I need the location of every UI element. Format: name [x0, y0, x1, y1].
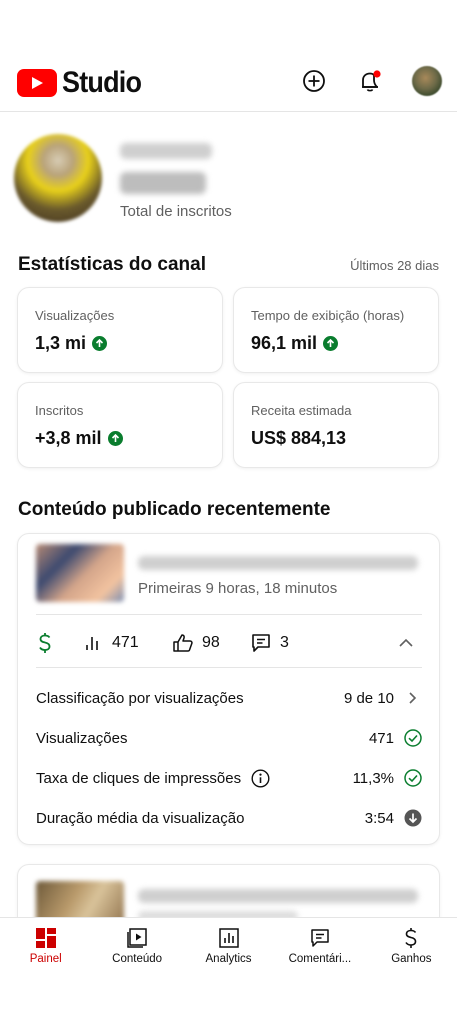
stat-card-watch-time[interactable]: Tempo de exibição (horas) 96,1 mil [233, 287, 439, 373]
bell-icon [362, 70, 381, 92]
stat-value: +3,8 mil [35, 428, 102, 448]
nav-item-analytics[interactable]: Analytics [183, 918, 274, 970]
top-app-bar: Studio [0, 50, 457, 112]
detail-row-avg-duration: Duração média da visualização 3:54 [36, 806, 422, 830]
logo-text: Studio [62, 65, 142, 99]
dollar-icon [39, 633, 51, 653]
stat-label: Inscritos [35, 403, 84, 418]
video-thumbnail[interactable] [36, 544, 124, 602]
stat-value-row: +3,8 mil [35, 428, 123, 449]
stat-label: Receita estimada [251, 403, 352, 418]
comments-icon [309, 927, 331, 949]
recent-video-card[interactable]: Primeiras 9 horas, 18 minutos 471 98 3 C… [17, 533, 440, 845]
create-button[interactable] [300, 67, 328, 95]
video-title-redacted [138, 889, 418, 903]
views-metric[interactable]: 471 [84, 634, 172, 652]
detail-label-wrap: Taxa de cliques de impressões [36, 768, 353, 788]
trend-up-icon [323, 336, 339, 351]
dollar-icon [403, 927, 419, 949]
trend-up-icon [92, 336, 108, 351]
detail-row-ranking[interactable]: Classificação por visualizações 9 de 10 [36, 686, 422, 710]
thumbs-up-icon [173, 634, 193, 652]
bar-chart-icon [86, 637, 98, 650]
likes-count: 98 [202, 634, 220, 651]
detail-label: Taxa de cliques de impressões [36, 769, 242, 787]
nav-label: Painel [29, 953, 62, 965]
comments-metric[interactable]: 3 [250, 632, 320, 654]
stat-label: Tempo de exibição (horas) [251, 308, 405, 323]
subscribers-label: Total de inscritos [120, 203, 232, 220]
likes-metric[interactable]: 98 [172, 633, 250, 653]
recent-content-title: Conteúdo publicado recentemente [18, 499, 331, 520]
bottom-navigation: Painel Conteúdo Analytics Comentári... G… [0, 917, 457, 970]
youtube-logo-icon [17, 68, 57, 97]
nav-label: Conteúdo [112, 953, 163, 965]
chevron-up-icon [399, 638, 413, 647]
nav-item-comentarios[interactable]: Comentári... [274, 918, 365, 970]
info-icon[interactable] [251, 768, 270, 788]
stat-value: 1,3 mi [35, 333, 87, 353]
notifications-button[interactable] [356, 67, 384, 95]
stat-card-views[interactable]: Visualizações 1,3 mi [17, 287, 223, 373]
detail-label: Classificação por visualizações [36, 689, 244, 707]
stats-period: Últimos 28 dias [350, 258, 439, 273]
stat-value-row: US$ 884,13 [251, 428, 346, 449]
collapse-button[interactable] [398, 638, 422, 648]
stat-value: US$ 884,13 [251, 428, 347, 448]
divider [36, 667, 422, 668]
analytics-icon [218, 927, 240, 949]
divider [36, 614, 422, 615]
detail-value: 11,3% [352, 769, 394, 787]
comment-icon [252, 634, 270, 652]
detail-row-views: Visualizações 471 [36, 726, 422, 750]
nav-item-painel[interactable]: Painel [0, 918, 91, 970]
comments-count: 3 [280, 634, 289, 651]
channel-name-redacted [120, 143, 212, 159]
trend-up-icon [107, 431, 123, 446]
add-circle-icon [303, 70, 325, 92]
stat-card-revenue[interactable]: Receita estimada US$ 884,13 [233, 382, 439, 468]
dashboard-icon [35, 927, 57, 949]
detail-value: 471 [368, 729, 394, 747]
check-circle-icon [404, 729, 422, 747]
stat-label: Visualizações [35, 308, 115, 323]
stat-value-row: 96,1 mil [251, 333, 339, 354]
video-title-redacted [138, 556, 418, 570]
stat-card-subscribers[interactable]: Inscritos +3,8 mil [17, 382, 223, 468]
detail-row-ctr: Taxa de cliques de impressões 11,3% [36, 766, 422, 790]
stat-value: 96,1 mil [251, 333, 318, 353]
chevron-right-icon [404, 689, 422, 707]
detail-value: 9 de 10 [343, 689, 394, 707]
views-count: 471 [112, 634, 139, 651]
video-metrics-row: 471 98 3 [36, 629, 422, 657]
nav-item-ganhos[interactable]: Ganhos [366, 918, 457, 970]
account-avatar[interactable] [412, 66, 442, 96]
nav-label: Comentári... [288, 953, 352, 965]
detail-label: Visualizações [36, 729, 128, 747]
video-subtitle: Primeiras 9 horas, 18 minutos [138, 580, 338, 597]
system-nav-area [0, 970, 457, 1024]
channel-stats-title: Estatísticas do canal [18, 254, 206, 275]
nav-label: Ganhos [391, 953, 432, 965]
channel-avatar[interactable] [14, 134, 102, 222]
subscriber-count-redacted [120, 172, 206, 194]
nav-label: Analytics [205, 953, 252, 965]
stat-value-row: 1,3 mi [35, 333, 108, 354]
detail-value: 3:54 [364, 809, 394, 827]
content-icon [126, 927, 148, 949]
studio-dashboard: Studio Total de inscritos Estatísticas d… [0, 0, 457, 1024]
monetization-status[interactable] [36, 631, 84, 655]
nav-item-conteudo[interactable]: Conteúdo [91, 918, 182, 970]
detail-label: Duração média da visualização [36, 809, 245, 827]
check-circle-icon [404, 769, 422, 787]
studio-logo[interactable]: Studio [17, 65, 142, 99]
down-arrow-circle-icon [404, 809, 422, 827]
